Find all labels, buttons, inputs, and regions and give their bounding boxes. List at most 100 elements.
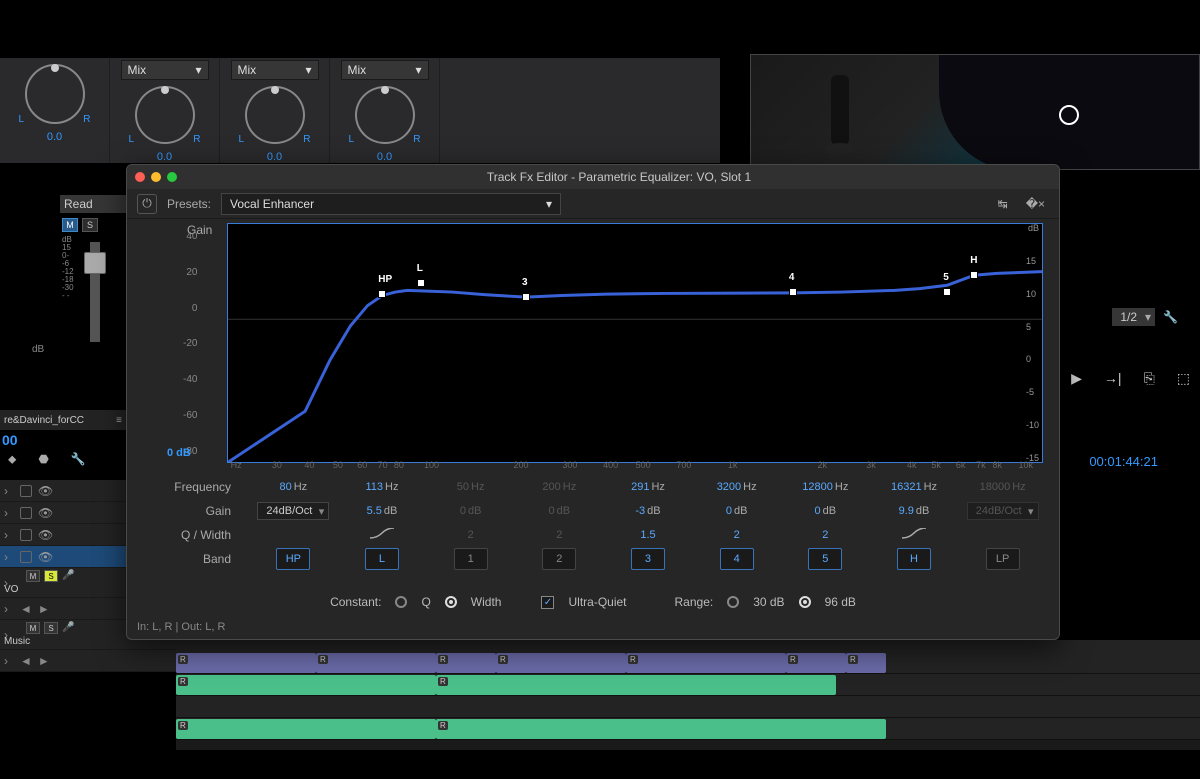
clip[interactable]: R — [436, 653, 496, 673]
pan-knob[interactable] — [135, 86, 195, 144]
freq-value[interactable]: 3200Hz — [692, 481, 781, 493]
band-toggle-HP[interactable]: HP — [276, 548, 310, 570]
constant-q-radio[interactable] — [395, 596, 407, 608]
gain-value[interactable]: 0dB — [781, 505, 870, 517]
band-toggle-3[interactable]: 3 — [631, 548, 665, 570]
mute-toggle[interactable]: M — [62, 218, 78, 232]
gain-value[interactable]: 5.5dB — [338, 505, 427, 517]
clip[interactable]: R — [176, 675, 436, 695]
pan-knob[interactable] — [355, 86, 415, 144]
lock-icon[interactable] — [20, 507, 32, 519]
clip[interactable]: R — [436, 719, 886, 739]
gain-value[interactable]: 0dB — [692, 505, 781, 517]
overwrite-button[interactable]: ⬚ — [1177, 370, 1190, 387]
hamburger-icon[interactable]: ≡ — [116, 415, 122, 426]
clip[interactable]: R — [496, 653, 626, 673]
freq-value[interactable]: 291Hz — [604, 481, 693, 493]
timecode[interactable]: 00 — [2, 432, 18, 448]
ultra-quiet-checkbox[interactable] — [541, 596, 554, 609]
preset-dropdown[interactable]: Vocal Enhancer▾ — [221, 193, 561, 215]
zoom-button[interactable] — [167, 172, 177, 182]
freq-value[interactable]: 113Hz — [338, 481, 427, 493]
q-value[interactable]: 2 — [692, 529, 781, 541]
pan-knob[interactable] — [25, 64, 85, 124]
lock-icon[interactable] — [20, 551, 32, 563]
mute-toggle[interactable]: M — [26, 622, 40, 634]
band-toggle-4[interactable]: 4 — [720, 548, 754, 570]
gain-value[interactable]: 0dB — [515, 505, 604, 517]
eye-icon[interactable]: 👁 — [38, 484, 52, 498]
insert-button[interactable]: ⎘ — [1144, 370, 1155, 387]
zoom-dropdown[interactable]: 1/2 — [1112, 308, 1155, 326]
band-toggle-L[interactable]: L — [365, 548, 399, 570]
freq-value[interactable]: 50Hz — [426, 481, 515, 493]
band-toggle-1[interactable]: 1 — [454, 548, 488, 570]
play-button[interactable]: ▶ — [1071, 370, 1082, 387]
fader-thumb[interactable] — [84, 252, 106, 274]
clip[interactable]: R — [846, 653, 886, 673]
lock-icon[interactable] — [20, 485, 32, 497]
wrench-icon[interactable]: 🔧 — [71, 452, 86, 467]
close-button[interactable] — [135, 172, 145, 182]
mix-dropdown[interactable]: Mix▾ — [121, 60, 209, 80]
wrench-icon[interactable]: 🔧 — [1163, 310, 1178, 324]
gain-value[interactable]: 24dB/Oct — [249, 502, 338, 520]
band-toggle-H[interactable]: H — [897, 548, 931, 570]
clip[interactable]: R — [176, 653, 316, 673]
solo-toggle[interactable]: S — [44, 622, 58, 634]
q-value[interactable]: 2 — [515, 529, 604, 541]
band-handle[interactable] — [378, 290, 386, 298]
automation-mode-dropdown[interactable]: Read — [60, 195, 126, 213]
band-handle[interactable] — [789, 288, 797, 296]
eq-graph[interactable]: HPL345H Hz304050607080100200300400500700… — [227, 223, 1043, 463]
minimize-button[interactable] — [151, 172, 161, 182]
gain-value[interactable]: -3dB — [604, 505, 693, 517]
q-value[interactable]: 2 — [781, 529, 870, 541]
track-row[interactable]: ›◄► — [0, 650, 176, 672]
step-button[interactable]: →| — [1104, 370, 1122, 387]
routing-icon[interactable]: ↹ — [994, 195, 1012, 213]
mute-toggle[interactable]: M — [26, 570, 40, 582]
tag-icon[interactable]: ⬣ — [38, 452, 48, 467]
clip[interactable]: R — [316, 653, 436, 673]
clip[interactable]: R — [626, 653, 786, 673]
close-icon[interactable]: �× — [1022, 195, 1049, 213]
pan-knob[interactable] — [245, 86, 305, 144]
project-name[interactable]: re&Davinci_forCC≡ — [0, 410, 126, 430]
eye-icon[interactable]: 👁 — [38, 528, 52, 542]
band-toggle-5[interactable]: 5 — [808, 548, 842, 570]
timeline-ruler[interactable] — [176, 640, 1200, 652]
mic-icon[interactable]: 🎤 — [62, 622, 74, 634]
range-96-radio[interactable] — [799, 596, 811, 608]
solo-toggle[interactable]: S — [82, 218, 98, 232]
power-button[interactable]: ⏻ — [137, 194, 157, 214]
freq-value[interactable]: 12800Hz — [781, 481, 870, 493]
mix-dropdown[interactable]: Mix▾ — [341, 60, 429, 80]
gain-value[interactable]: 0dB — [426, 505, 515, 517]
mix-dropdown[interactable]: Mix▾ — [231, 60, 319, 80]
freq-value[interactable]: 200Hz — [515, 481, 604, 493]
constant-width-radio[interactable] — [445, 596, 457, 608]
clip[interactable]: R — [786, 653, 846, 673]
clip[interactable]: R — [436, 675, 836, 695]
marker-icon[interactable]: ⬥ — [8, 452, 16, 467]
freq-value[interactable]: 16321Hz — [870, 481, 959, 493]
gain-value[interactable]: 24dB/Oct — [958, 502, 1047, 520]
gain-value[interactable]: 9.9dB — [870, 505, 959, 517]
band-handle[interactable] — [417, 279, 425, 287]
timeline[interactable]: R R R R R R R R R R R — [176, 640, 1200, 750]
lock-icon[interactable] — [20, 529, 32, 541]
titlebar[interactable]: Track Fx Editor - Parametric Equalizer: … — [127, 165, 1059, 189]
range-30-radio[interactable] — [727, 596, 739, 608]
q-value[interactable]: 1.5 — [604, 529, 693, 541]
timecode-display[interactable]: 00:01:44:21 — [1089, 454, 1158, 469]
q-value[interactable] — [870, 528, 959, 543]
freq-value[interactable]: 80Hz — [249, 481, 338, 493]
band-toggle-2[interactable]: 2 — [542, 548, 576, 570]
q-value[interactable]: 2 — [426, 529, 515, 541]
eye-icon[interactable]: 👁 — [38, 550, 52, 564]
q-value[interactable] — [338, 528, 427, 543]
band-handle[interactable] — [970, 271, 978, 279]
band-handle[interactable] — [522, 293, 530, 301]
band-toggle-LP[interactable]: LP — [986, 548, 1020, 570]
